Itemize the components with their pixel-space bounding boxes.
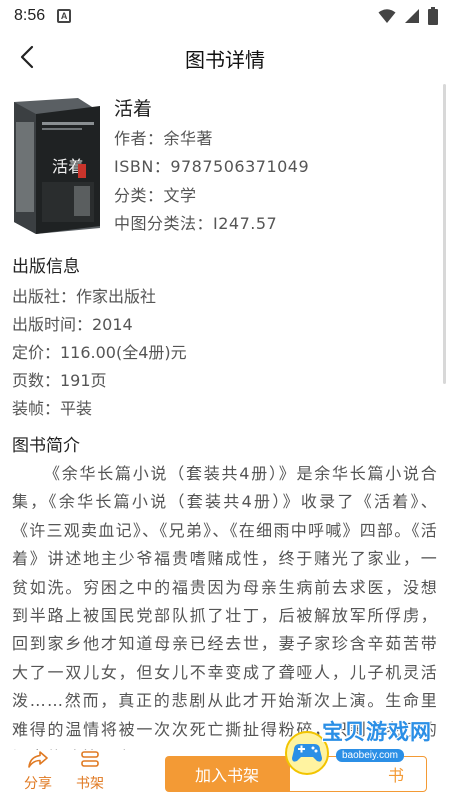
page-title: 图书详情 (185, 48, 265, 72)
share-label: 分享 (24, 776, 52, 792)
pages-line: 页数：191页 (12, 371, 107, 390)
bookshelf-button[interactable]: 书架 (68, 750, 112, 800)
watermark: 宝贝游戏网 baobeiy.com (284, 716, 434, 782)
bookshelf-label: 书架 (76, 776, 104, 792)
status-icons (378, 7, 438, 25)
price-line: 定价：116.00(全4册)元 (12, 343, 187, 362)
publication-heading: 出版信息 (12, 257, 80, 277)
book-author: 作者：余华著 (114, 129, 214, 148)
app-header: 图书详情 (0, 34, 450, 80)
battery-icon (428, 7, 438, 25)
intro-heading: 图书简介 (12, 436, 80, 456)
book-title: 活着 (114, 98, 153, 120)
share-icon (28, 751, 48, 768)
watermark-name: 宝贝游戏网 (322, 720, 432, 744)
book-cover[interactable]: 活着 (12, 96, 102, 236)
bookshelf-icon (81, 751, 99, 767)
add-to-shelf-button[interactable]: 加入书架 (165, 756, 289, 792)
binding-line: 装帧：平装 (12, 399, 93, 418)
scrollbar[interactable] (443, 84, 446, 384)
share-button[interactable]: 分享 (16, 750, 60, 800)
book-category: 分类：文学 (114, 186, 197, 205)
intro-text: 《余华长篇小说（套装共4册）》是余华长篇小说合集，《余华长篇小说（套装共4册）》… (12, 464, 438, 750)
status-bar: 8:56 A (0, 0, 450, 32)
signal-icon (405, 9, 419, 23)
book-isbn: ISBN：9787506371049 (114, 157, 310, 176)
book-clc: 中图分类法：I247.57 (114, 214, 278, 233)
status-time: 8:56 (14, 7, 46, 24)
pub-date-line: 出版时间：2014 (12, 315, 133, 334)
notification-badge: A (57, 9, 72, 23)
watermark-url: baobeiy.com (336, 749, 404, 762)
book-cover-image: 活着 (12, 96, 102, 236)
wifi-icon (378, 9, 396, 23)
publisher-line: 出版社：作家出版社 (12, 287, 157, 306)
